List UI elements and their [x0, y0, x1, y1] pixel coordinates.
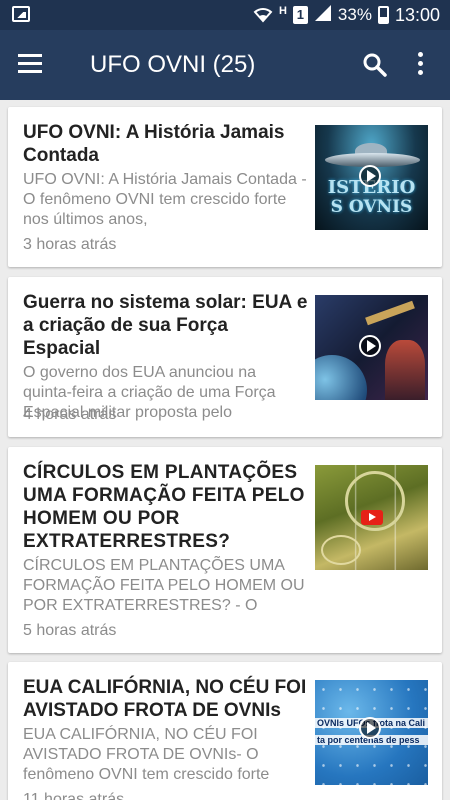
article-title: Guerra no sistema solar: EUA e a criação…	[23, 292, 308, 359]
youtube-play-icon	[361, 510, 383, 525]
article-snippet: EUA CALIFÓRNIA, NO CÉU FOI AVISTADO FROT…	[23, 726, 270, 783]
article-thumbnail	[315, 465, 428, 570]
status-bar: H 1 33% 13:00	[0, 0, 450, 30]
article-title: CÍRCULOS EM PLANTAÇÕES UMA FORMAÇÃO FEIT…	[23, 462, 305, 552]
sim-slot-icon: 1	[292, 6, 308, 24]
article-title: EUA CALIFÓRNIA, NO CÉU FOI AVISTADO FROT…	[23, 677, 307, 721]
battery-percent: 33%	[337, 5, 372, 24]
app-title: UFO OVNI (25)	[90, 51, 256, 78]
app-bar: UFO OVNI (25)	[0, 30, 450, 100]
article-card[interactable]: Guerra no sistema solar: EUA e a criação…	[8, 277, 442, 437]
play-icon	[359, 335, 381, 357]
article-time: 5 horas atrás	[23, 622, 117, 639]
wifi-icon	[253, 7, 273, 23]
article-card[interactable]: UFO OVNI: A História Jamais Contada UFO …	[8, 107, 442, 267]
battery-icon	[377, 6, 389, 24]
search-icon[interactable]	[362, 52, 388, 78]
article-time: 3 horas atrás	[23, 236, 117, 253]
article-card[interactable]: CÍRCULOS EM PLANTAÇÕES UMA FORMAÇÃO FEIT…	[8, 447, 442, 653]
article-snippet: CÍRCULOS EM PLANTAÇÕES UMA FORMAÇÃO FEIT…	[23, 557, 305, 614]
play-icon	[359, 717, 381, 739]
thumbnail-text: S OVNIS	[330, 197, 413, 217]
article-thumbnail	[315, 295, 428, 400]
more-vert-icon[interactable]	[412, 52, 428, 78]
play-icon	[359, 165, 381, 187]
article-thumbnail: OVNIs UFOs frota na Cali ta por centenas…	[315, 680, 428, 785]
article-thumbnail: ISTERIO S OVNIS	[315, 125, 428, 230]
article-time: 11 horas atrás	[23, 791, 125, 800]
article-title: UFO OVNI: A História Jamais Contada	[23, 122, 285, 166]
article-card[interactable]: EUA CALIFÓRNIA, NO CÉU FOI AVISTADO FROT…	[8, 662, 442, 800]
network-type-label: H	[278, 5, 287, 17]
gallery-icon	[12, 6, 30, 22]
signal-icon	[314, 4, 332, 26]
hamburger-menu-icon[interactable]	[18, 54, 42, 74]
article-time: 4 horas atrás	[23, 406, 117, 423]
article-snippet: UFO OVNI: A História Jamais Contada - O …	[23, 171, 307, 228]
clock: 13:00	[394, 4, 440, 25]
